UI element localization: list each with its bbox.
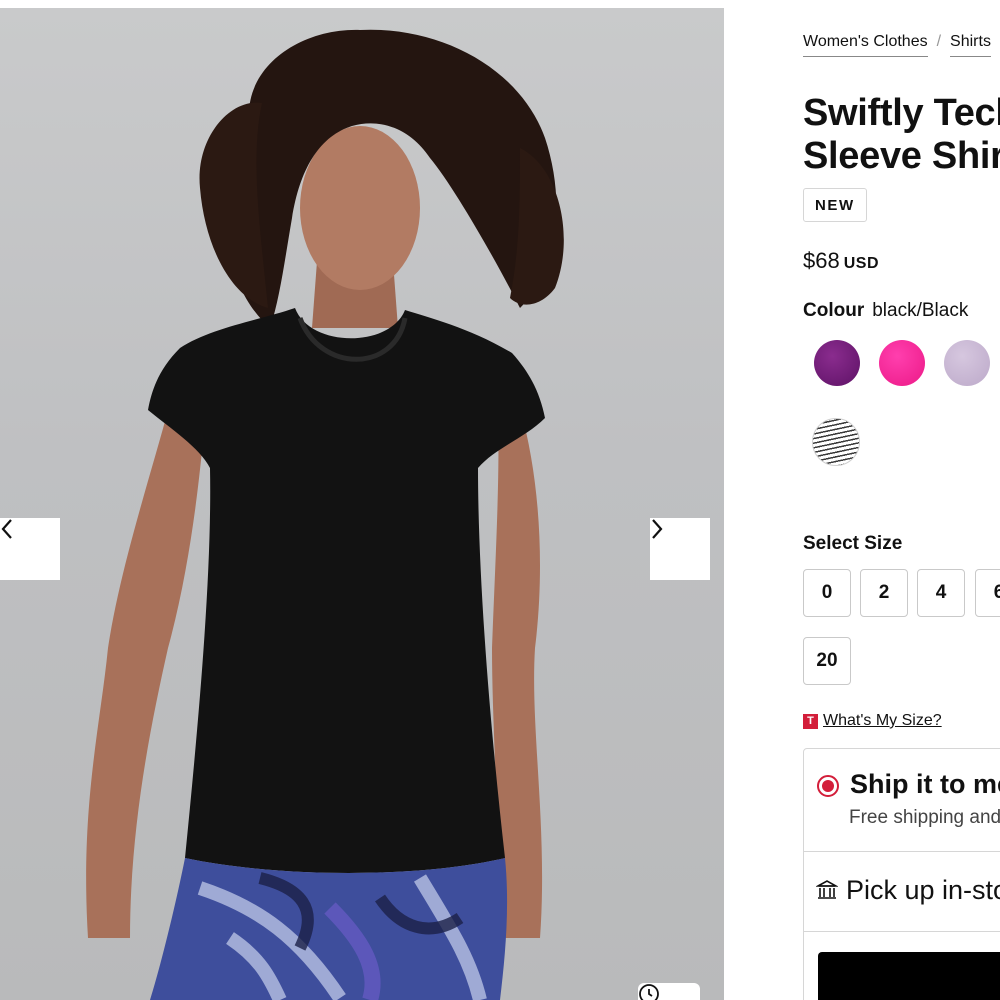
store-icon [814, 879, 840, 906]
colour-label: Colour [803, 300, 865, 321]
size-option-20[interactable]: 20 [803, 637, 851, 685]
whats-my-size-link[interactable]: What's My Size? [823, 712, 942, 730]
size-option-2[interactable]: 2 [860, 569, 908, 617]
breadcrumb-shirts[interactable]: Shirts [950, 33, 991, 57]
colour-swatch-pink[interactable] [879, 340, 925, 386]
breadcrumb-womens-clothes[interactable]: Women's Clothes [803, 33, 928, 57]
size-option-4[interactable]: 4 [917, 569, 965, 617]
price-amount: $68 [803, 248, 840, 273]
product-title-line1: Swiftly Tech [803, 92, 1000, 134]
product-title-line2: Sleeve Shirt [803, 135, 1000, 177]
product-price: $68 USD [803, 248, 879, 274]
product-details: Women's Clothes / Shirts Swiftly Tech Slee… [803, 0, 1000, 1000]
size-option-6[interactable]: 6 [975, 569, 1000, 617]
ship-option-subtitle: Free shipping and returns [849, 807, 1000, 828]
breadcrumb-separator: / [936, 33, 942, 50]
ship-radio-selected[interactable] [817, 775, 839, 797]
selected-colour-value: black/Black [872, 300, 969, 321]
ship-option-title: Ship it to me [850, 769, 1000, 799]
size-option-0[interactable]: 0 [803, 569, 851, 617]
pick-up-in-store-option[interactable]: Pick up in-store [804, 851, 1000, 932]
price-currency: USD [843, 255, 879, 272]
add-to-bag-button[interactable] [818, 952, 1000, 1000]
colour-swatch-lilac[interactable] [944, 340, 990, 386]
product-title: Swiftly Tech Sleeve Shirt [803, 92, 1000, 178]
breadcrumb: Women's Clothes / Shirts [803, 33, 991, 57]
zoom-button[interactable] [638, 983, 700, 1000]
product-photo [86, 29, 564, 1000]
pickup-option-title: Pick up in-store [846, 875, 1000, 905]
next-image-button[interactable] [650, 518, 710, 580]
colour-selector-label: Colour black/Black [803, 300, 968, 322]
ship-it-to-me-option[interactable]: Ship it to me Free shipping and returns [804, 749, 1000, 852]
colour-swatch-purple[interactable] [814, 340, 860, 386]
fulfilment-options: Ship it to me Free shipping and returns … [803, 748, 1000, 1000]
size-guide-icon: T [803, 713, 818, 729]
select-size-label: Select Size [803, 533, 903, 554]
previous-image-button[interactable] [0, 518, 60, 580]
product-image-gallery [0, 8, 724, 1000]
new-badge: NEW [803, 188, 867, 222]
size-guide-row: T What's My Size? [803, 712, 942, 730]
colour-swatch-stripe[interactable] [812, 418, 860, 466]
